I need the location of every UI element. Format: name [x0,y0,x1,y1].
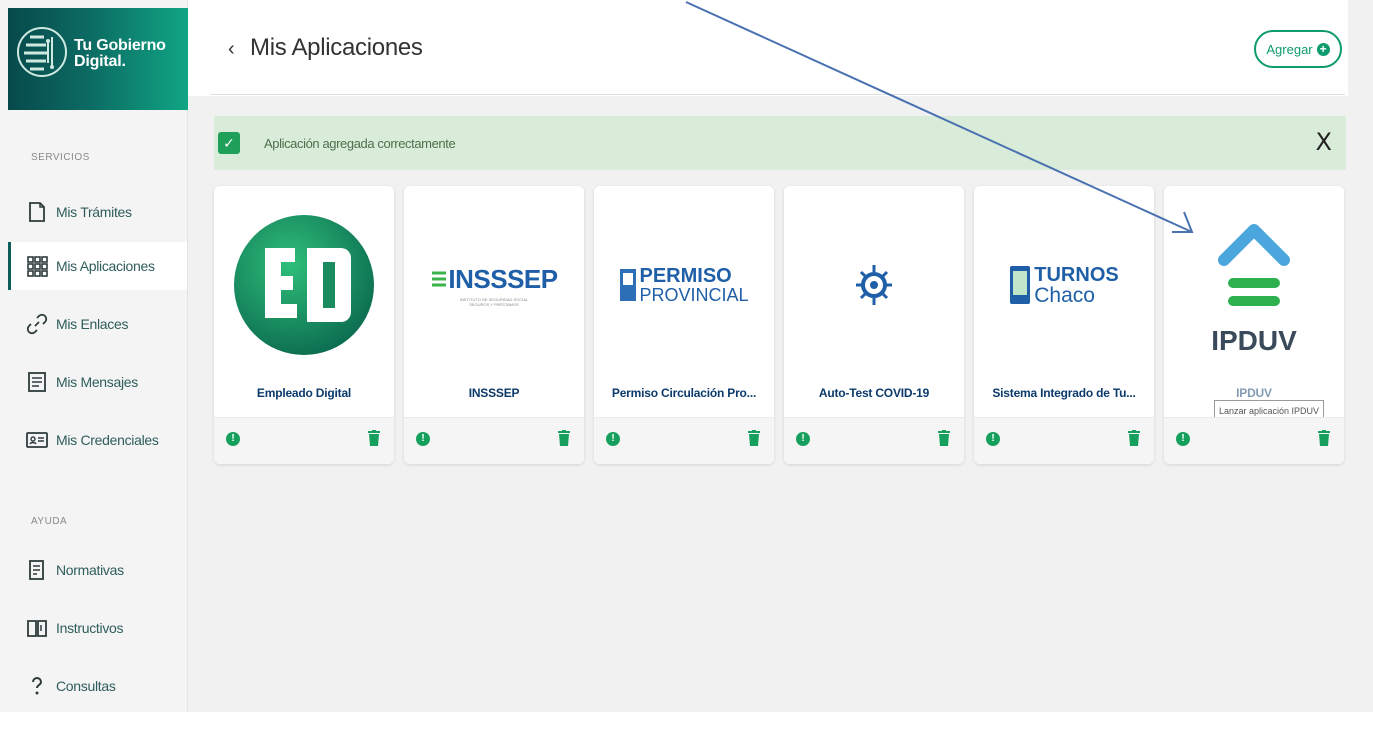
brand-name: Tu Gobierno Digital. [74,38,166,70]
app-logo [784,200,964,370]
main-content: ‹ Mis Aplicaciones Agregar + ✓ Aplicació… [188,0,1373,712]
virus-icon [856,265,892,305]
message-icon [28,372,46,392]
back-arrow-icon[interactable]: ‹ [228,38,235,61]
section-title-ayuda: AYUDA [31,516,68,527]
sidebar-item-mis-credenciales[interactable]: Mis Credenciales [8,416,187,464]
info-icon[interactable]: ! [226,432,240,446]
grid-icon [27,256,48,277]
info-icon[interactable]: ! [606,432,620,446]
id-card-icon [26,432,48,448]
page-header: ‹ Mis Aplicaciones Agregar + [188,0,1348,96]
sidebar-item-label: Normativas [56,562,124,578]
insssep-logo-subtitle: INSTITUTO DE SEGURIDAD SOCIAL SEGUROS Y … [459,296,529,307]
link-icon [26,313,48,335]
info-icon[interactable]: ! [1176,432,1190,446]
header-divider [210,94,1345,95]
trash-icon[interactable] [558,430,570,446]
brand-line-1: Tu Gobierno [74,37,166,54]
insssep-logo-text: INSSSEP [448,263,558,294]
card-footer: ! [784,417,964,464]
app-logo: TURNOS Chaco [974,200,1154,370]
document-icon [29,202,45,222]
question-icon [32,677,43,695]
sidebar-item-label: Mis Credenciales [56,432,159,448]
section-title-servicios: SERVICIOS [31,152,90,163]
sidebar-item-label: Consultas [56,678,116,694]
sidebar-item-label: Instructivos [56,620,124,636]
ipduv-logo-icon [1217,223,1290,306]
turnos-logo-line-1: TURNOS [1034,263,1119,286]
app-logo [214,200,394,370]
add-application-button[interactable]: Agregar + [1254,30,1342,68]
sidebar-item-mis-tramites[interactable]: Mis Trámites [8,188,187,236]
book-icon [27,620,47,637]
info-icon[interactable]: ! [986,432,1000,446]
trash-icon[interactable] [1318,430,1330,446]
app-logo: IPDUV [1164,200,1344,370]
sidebar: Tu Gobierno Digital. SERVICIOS Mis Trámi… [0,0,188,712]
phone-icon [1010,266,1031,304]
trash-icon[interactable] [748,430,760,446]
app-card-insssep[interactable]: INSSSEP INSTITUTO DE SEGURIDAD SOCIAL SE… [404,186,584,464]
app-name: INSSSEP [468,386,520,400]
empleado-digital-logo-icon [234,215,374,355]
sidebar-item-label: Mis Mensajes [56,374,138,390]
ipduv-logo-text: IPDUV [1211,324,1297,356]
app-name: Empleado Digital [256,386,352,400]
turnos-logo-line-2: Chaco [1034,283,1095,307]
success-alert: ✓ Aplicación agregada correctamente X [214,116,1346,170]
card-footer: ! [1164,417,1344,464]
app-card-turnos-chaco[interactable]: TURNOS Chaco Sistema Integrado de Tu... … [974,186,1154,464]
app-logo: INSSSEP INSTITUTO DE SEGURIDAD SOCIAL SE… [404,200,584,370]
info-icon[interactable]: ! [416,432,430,446]
brand-line-2: Digital. [74,53,126,70]
checkbox-check-icon: ✓ [218,132,240,154]
app-card-auto-test-covid[interactable]: Auto-Test COVID-19 ! [784,186,964,464]
permit-card-icon [620,269,637,301]
close-icon[interactable]: X [1316,128,1332,156]
rules-document-icon [29,560,44,580]
alert-message: Aplicación agregada correctamente [264,135,456,151]
permiso-logo-line-2: PROVINCIAL [639,284,749,305]
card-footer: ! [214,417,394,464]
app-name: Auto-Test COVID-19 [818,386,930,400]
app-card-ipduv[interactable]: IPDUV IPDUV Lanzar aplicación IPDUV ! [1164,186,1344,464]
sidebar-item-mis-mensajes[interactable]: Mis Mensajes [8,358,187,406]
sidebar-item-label: Mis Trámites [56,204,132,220]
trash-icon[interactable] [938,430,950,446]
sidebar-item-consultas[interactable]: Consultas [8,662,187,710]
sidebar-item-normativas[interactable]: Normativas [8,546,187,594]
sidebar-item-mis-aplicaciones[interactable]: Mis Aplicaciones [8,242,187,290]
app-logo: PERMISO PROVINCIAL [594,200,774,370]
app-name: Permiso Circulación Pro... [611,386,757,400]
app-card-empleado-digital[interactable]: Empleado Digital ! [214,186,394,464]
permiso-logo-line-1: PERMISO [639,264,732,287]
card-footer: ! [404,417,584,464]
plus-circle-icon: + [1316,42,1330,56]
circuit-logo-icon [17,27,67,77]
info-icon[interactable]: ! [796,432,810,446]
sidebar-item-instructivos[interactable]: Instructivos [8,604,187,652]
brand-header[interactable]: Tu Gobierno Digital. [8,8,188,110]
app-card-permiso-circulacion[interactable]: PERMISO PROVINCIAL Permiso Circulación P… [594,186,774,464]
stripes-mark-icon [432,271,447,287]
sidebar-item-label: Mis Aplicaciones [56,258,155,274]
page-title: Mis Aplicaciones [250,34,423,61]
trash-icon[interactable] [1128,430,1140,446]
sidebar-item-mis-enlaces[interactable]: Mis Enlaces [8,300,187,348]
app-name: IPDUV [1236,386,1272,400]
sidebar-item-label: Mis Enlaces [56,316,129,332]
card-footer: ! [594,417,774,464]
app-name: Sistema Integrado de Tu... [992,386,1136,400]
add-button-label: Agregar [1266,41,1313,57]
card-footer: ! [974,417,1154,464]
trash-icon[interactable] [368,430,380,446]
